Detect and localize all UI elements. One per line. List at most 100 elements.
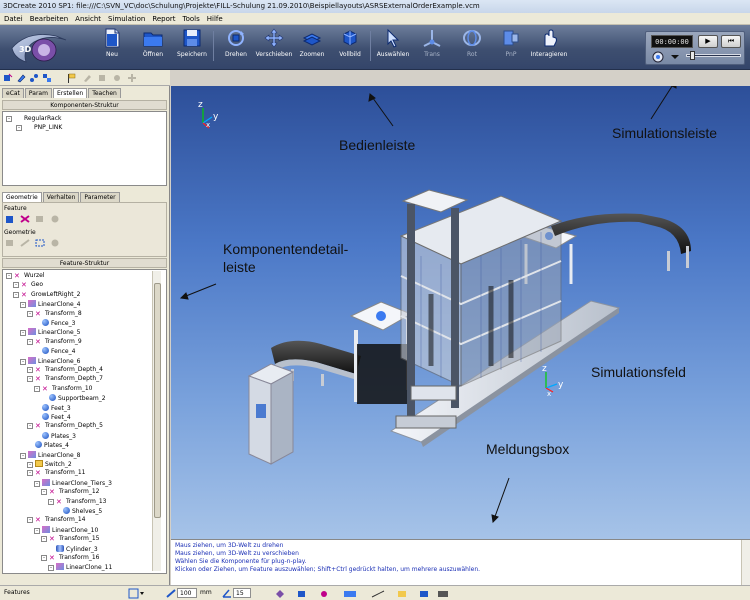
tab-verhalten[interactable]: Verhalten	[42, 192, 80, 202]
flag-icon[interactable]	[66, 73, 76, 83]
tab-erstellen[interactable]: Erstellen	[52, 88, 88, 98]
rot-gizmo-button[interactable]: Rot	[452, 28, 492, 66]
feature-tree-scrollbar[interactable]	[152, 271, 161, 571]
pick-station[interactable]	[247, 363, 295, 465]
feature-tree-item[interactable]: - ✕ Transform_13	[48, 498, 106, 507]
menu-report[interactable]: Report	[148, 13, 178, 23]
interact-button[interactable]: Interagieren	[529, 28, 569, 66]
tree-expander[interactable]: -	[16, 125, 22, 131]
feature-tree-item[interactable]: -Feet_4	[34, 413, 71, 422]
feature-tree-item[interactable]: - ✕ Transform_14	[27, 516, 85, 525]
grid-snap-icon[interactable]	[128, 588, 146, 599]
distance-snap-icon[interactable]	[166, 588, 176, 599]
component-add-icon[interactable]	[3, 73, 13, 83]
tab-teachen[interactable]: Teachen	[88, 88, 121, 98]
tab-geometrie[interactable]: Geometrie	[2, 192, 42, 202]
tree-expander[interactable]: -	[27, 423, 33, 430]
feature-tree-item[interactable]: - ✕ Geo	[13, 281, 43, 290]
message-scrollbar[interactable]	[741, 540, 750, 586]
feature-tree-item[interactable]: - ✕ Transform_Depth_7	[27, 375, 103, 384]
select-button[interactable]: Auswählen	[373, 28, 413, 66]
feature-tree-item[interactable]: - LinearClone_6	[20, 356, 81, 366]
tree-expander[interactable]: -	[6, 273, 12, 279]
toggle-icon[interactable]	[438, 591, 448, 597]
translate-button[interactable]: Trans	[412, 28, 452, 66]
tree-expander[interactable]: -	[13, 282, 19, 289]
toggle-icon[interactable]	[321, 591, 327, 597]
toggle-icon[interactable]	[420, 591, 428, 597]
menu-ansicht[interactable]: Ansicht	[71, 13, 104, 23]
link-icon[interactable]	[29, 73, 39, 83]
tree-expander[interactable]: -	[48, 498, 54, 505]
tree-expander[interactable]: -	[20, 358, 26, 365]
toggle-icon[interactable]	[371, 590, 385, 598]
feature-tree-item[interactable]: - LinearClone_Tiers_3	[34, 478, 112, 488]
menu-datei[interactable]: Datei	[0, 13, 26, 23]
pnp-button[interactable]: PnP	[491, 28, 531, 66]
feature-tree-item[interactable]: - ✕ GrowLeftRight_2	[13, 291, 80, 300]
tab-param[interactable]: Param	[24, 88, 52, 98]
toggle-icon[interactable]	[298, 591, 305, 597]
tree-expander[interactable]: -	[34, 527, 40, 534]
feature-tree-item[interactable]: - LinearClone_11	[48, 563, 112, 572]
angle-snap-icon[interactable]	[222, 588, 232, 599]
tree-expander[interactable]: -	[27, 376, 33, 383]
open-button[interactable]: Öffnen	[133, 28, 173, 66]
fit-view-button[interactable]: Vollbild	[330, 28, 370, 66]
feature-tree-item[interactable]: -Feet_3	[34, 403, 71, 413]
feature-tree-item[interactable]: - ✕ Wurzel	[6, 272, 45, 281]
chevron-down-icon[interactable]	[670, 53, 680, 61]
toggle-icon[interactable]	[276, 590, 284, 598]
feature-tree-item[interactable]: - ✕ Transform_Depth_5	[27, 422, 103, 431]
component-tree-item[interactable]: - PNP_LINK	[16, 123, 62, 132]
feature-tree-item[interactable]: - ✕ Transform_9	[27, 338, 82, 347]
feature-tree-item[interactable]: -Fence_4	[34, 347, 75, 356]
tree-expander[interactable]: -	[27, 310, 33, 317]
tree-expander[interactable]: -	[27, 470, 33, 477]
pan-button[interactable]: Verschieben	[254, 28, 294, 66]
tree-expander[interactable]: -	[6, 116, 12, 122]
tree-expander[interactable]: -	[20, 302, 26, 309]
snap-distance-input[interactable]: 100	[177, 588, 197, 598]
toggle-icon[interactable]	[344, 591, 356, 597]
tab-parameter[interactable]: Parameter	[80, 192, 120, 202]
speed-slider-handle[interactable]	[690, 51, 695, 60]
cube-feature-icon[interactable]	[4, 214, 16, 224]
feature-tree-item[interactable]: -Supportbeam_2	[41, 394, 106, 403]
tree-expander[interactable]: -	[20, 452, 26, 459]
selection-box-icon[interactable]	[34, 238, 46, 248]
tree-expander[interactable]: -	[27, 338, 33, 345]
feature-tree-item[interactable]: - LinearClone_4	[20, 300, 81, 309]
feature-tree-item[interactable]: -Plates_4	[27, 441, 69, 450]
feature-tree-item[interactable]: - ✕ Transform_10	[34, 385, 92, 394]
menu-bearbeiten[interactable]: Bearbeiten	[26, 13, 71, 23]
3d-scene[interactable]: z y x z y x	[171, 86, 750, 539]
tree-expander[interactable]: -	[27, 462, 33, 468]
tree-expander[interactable]: -	[34, 480, 40, 487]
feature-tree-item[interactable]: - ✕ Transform_8	[27, 310, 82, 319]
component-tree-item[interactable]: - RegularRack	[6, 114, 62, 123]
feature-tree-item[interactable]: -Shelves_5	[55, 507, 102, 516]
feature-tree-item[interactable]: -Cylinder_3	[48, 544, 98, 554]
tree-expander[interactable]: -	[41, 555, 47, 561]
tree-expander[interactable]: -	[41, 489, 47, 496]
tree-expander[interactable]: -	[48, 565, 54, 572]
play-button[interactable]: ▶	[698, 35, 718, 48]
tree-expander[interactable]: -	[27, 517, 33, 524]
save-button[interactable]: Speichern	[172, 28, 212, 66]
component-tree[interactable]: - RegularRack - PNP_LINK	[2, 111, 167, 186]
feature-tree-item[interactable]: - LinearClone_5	[20, 328, 81, 337]
tree-expander[interactable]: -	[34, 385, 40, 392]
reset-button[interactable]: ⏮	[721, 35, 741, 48]
tree-expander[interactable]: -	[20, 330, 26, 337]
menu-tools[interactable]: Tools	[179, 13, 203, 23]
tree-expander[interactable]: -	[13, 291, 19, 298]
tree-expander[interactable]: -	[41, 536, 47, 543]
tab-ecat[interactable]: eCat	[2, 88, 24, 98]
rotate-button[interactable]: Drehen	[216, 28, 256, 66]
feature-tree-item[interactable]: - ✕ Transform_15	[41, 535, 99, 544]
feature-tree-item[interactable]: - ✕ Transform_Depth_4	[27, 366, 103, 375]
feature-tree-item[interactable]: - LinearClone_8	[20, 450, 81, 460]
snap-angle-input[interactable]: 15	[233, 588, 251, 598]
feature-tree-item[interactable]: - ✕ Transform_12	[41, 488, 99, 497]
